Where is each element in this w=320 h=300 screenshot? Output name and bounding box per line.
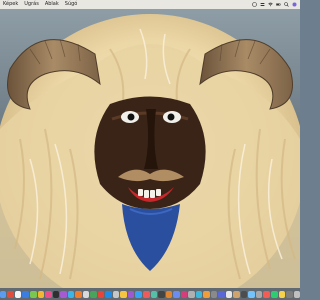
dock-app-icon[interactable] — [158, 290, 165, 298]
dock-app-icon[interactable] — [278, 290, 286, 298]
dock-app-icon[interactable] — [195, 290, 203, 298]
menu-bar: Képek Ugrás Ablak Súgó — [0, 0, 300, 9]
dock-app-icon[interactable] — [142, 290, 150, 298]
dock-app-icon[interactable] — [14, 290, 22, 298]
dock-app-icon[interactable] — [112, 290, 120, 298]
dock-app-icon[interactable] — [52, 290, 60, 298]
dock-app-icon[interactable] — [30, 290, 37, 298]
dock-app-icon[interactable] — [90, 290, 97, 298]
battery-icon[interactable] — [276, 2, 281, 7]
dock-app-icon[interactable] — [210, 290, 218, 298]
siri-icon[interactable] — [292, 2, 297, 7]
dock-app-icon[interactable] — [45, 290, 52, 298]
dock-app-icon[interactable] — [135, 290, 142, 298]
dock-app-icon[interactable] — [240, 290, 248, 298]
dock-app-icon[interactable] — [75, 290, 82, 298]
dock-app-icon[interactable] — [22, 290, 29, 298]
status-area — [252, 2, 300, 7]
dock-app-icon[interactable] — [263, 290, 270, 298]
dock-app-icon[interactable] — [127, 290, 135, 298]
dock-app-icon[interactable] — [188, 290, 195, 298]
search-icon[interactable] — [284, 2, 289, 7]
menu-item-sugo[interactable]: Súgó — [62, 0, 81, 9]
dock-app-icon[interactable] — [0, 290, 7, 298]
dock-app-icon[interactable] — [60, 290, 67, 298]
wallpaper-photo — [0, 9, 300, 288]
menu-item-ablak[interactable]: Ablak — [42, 0, 62, 9]
dock-app-icon[interactable] — [180, 290, 188, 298]
dock-app-icon[interactable] — [271, 290, 278, 298]
dock-app-icon[interactable] — [37, 290, 45, 298]
dock-app-icon[interactable] — [105, 290, 112, 298]
dock-app-icon[interactable] — [150, 290, 158, 298]
menu-item-kepek[interactable]: Képek — [0, 0, 21, 9]
dock-app-icon[interactable] — [165, 290, 173, 298]
dock-app-icon[interactable] — [203, 290, 210, 298]
dock-app-icon[interactable] — [218, 290, 225, 298]
dock-app-icon[interactable] — [248, 290, 255, 298]
dock-app-icon[interactable] — [233, 290, 240, 298]
control-center-icon[interactable] — [260, 2, 265, 7]
dock-app-icon[interactable] — [67, 290, 75, 298]
menu-item-ugras[interactable]: Ugrás — [21, 0, 42, 9]
dock — [0, 288, 301, 300]
dock-app-icon[interactable] — [120, 290, 127, 298]
dock-app-icon[interactable] — [255, 290, 263, 298]
dock-app-icon[interactable] — [82, 290, 90, 298]
help-icon[interactable] — [252, 2, 257, 7]
wifi-icon[interactable] — [268, 2, 273, 7]
dock-app-icon[interactable] — [7, 290, 14, 298]
dock-app-icon[interactable] — [173, 290, 180, 298]
dock-app-icon[interactable] — [286, 290, 293, 298]
dock-app-icon[interactable] — [225, 290, 233, 298]
desktop-wallpaper — [0, 9, 300, 288]
dock-app-icon[interactable] — [97, 290, 105, 298]
dock-app-icon[interactable] — [293, 290, 301, 298]
